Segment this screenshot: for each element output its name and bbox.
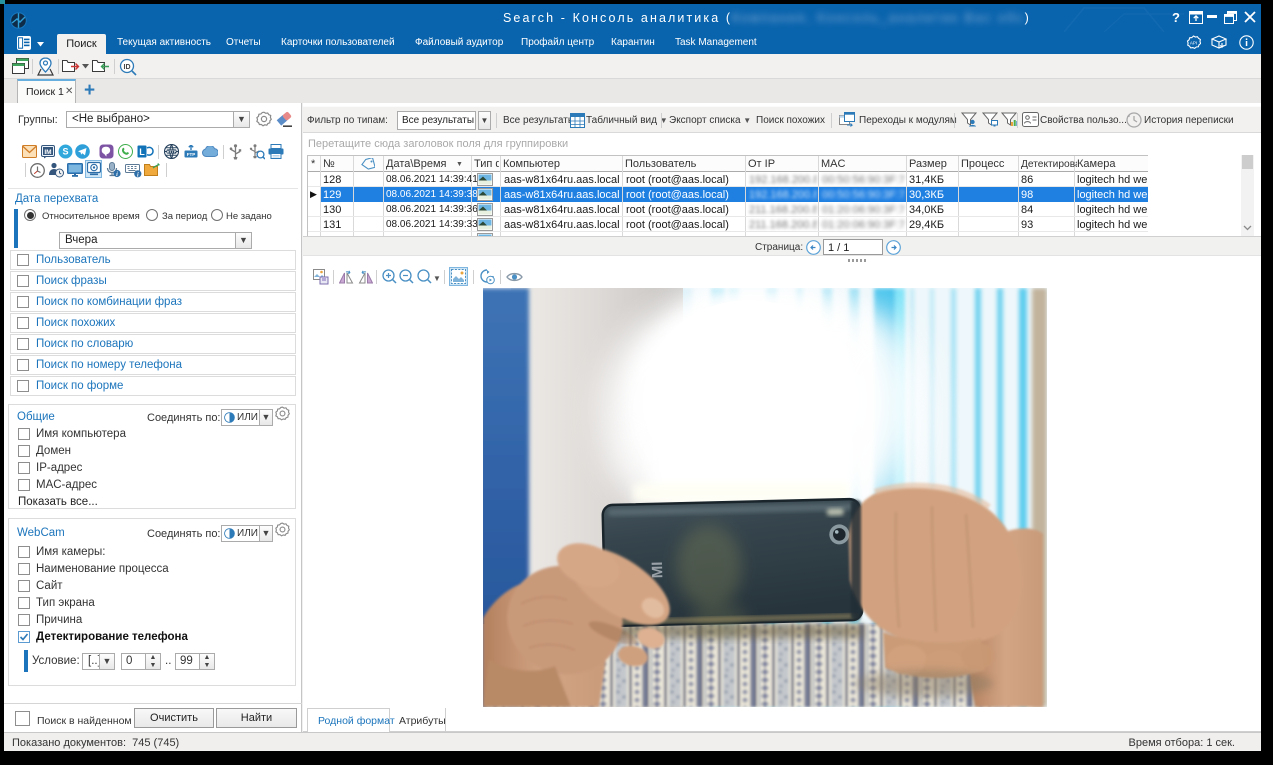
svg-text:FTP: FTP bbox=[187, 152, 196, 157]
svg-text:HTTP: HTTP bbox=[167, 150, 177, 154]
svg-text:IM: IM bbox=[44, 149, 51, 156]
svg-text:ID: ID bbox=[124, 64, 131, 71]
svg-text:L: L bbox=[139, 147, 145, 157]
svg-text:MI: MI bbox=[649, 561, 666, 578]
svg-text:API: API bbox=[1190, 41, 1197, 46]
svg-text:S: S bbox=[62, 147, 68, 157]
